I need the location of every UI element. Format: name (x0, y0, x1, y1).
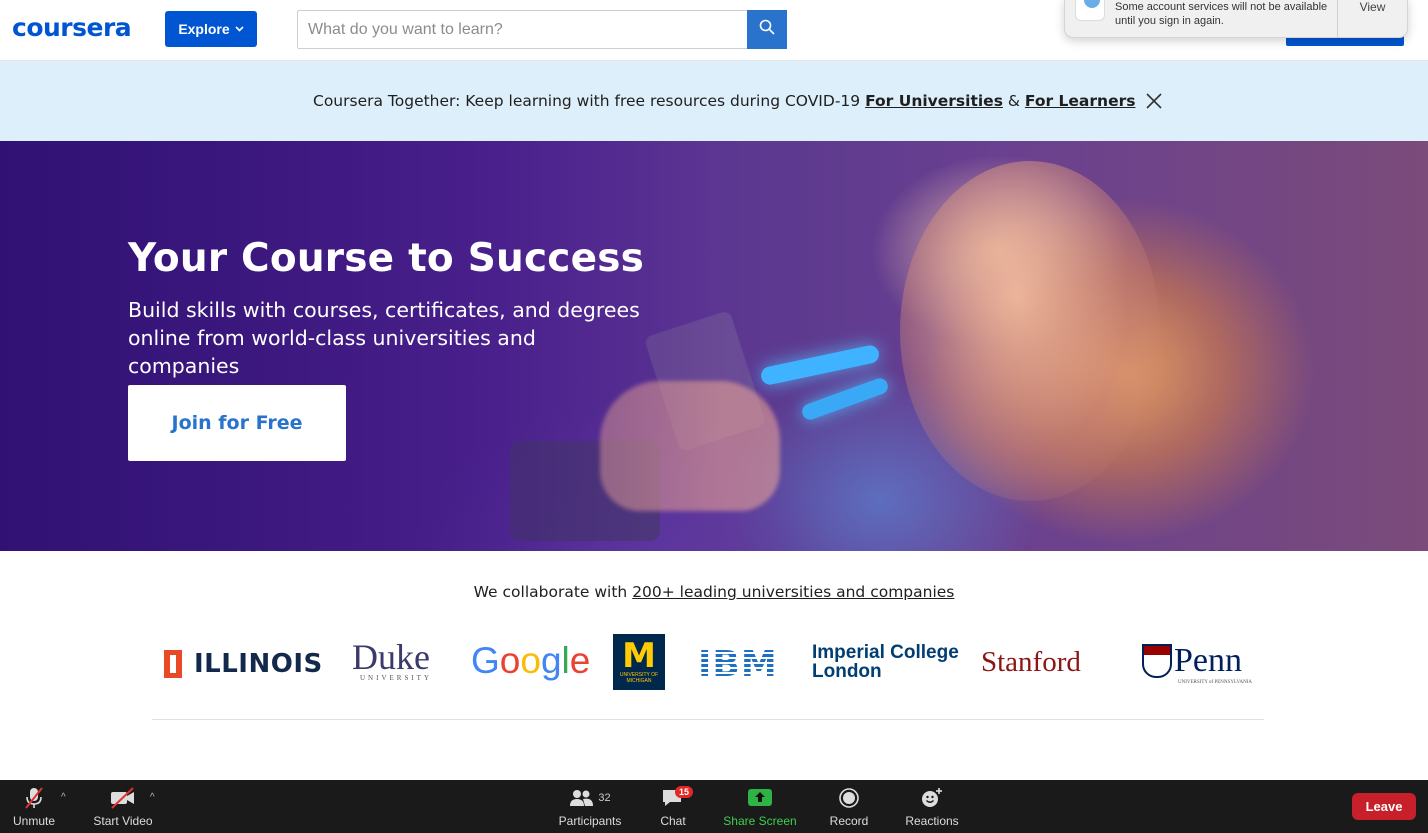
ibm-wordmark: IBM (698, 644, 778, 685)
illinois-wordmark: ILLINOIS (194, 649, 323, 679)
notification-text: Some account services will not be availa… (1115, 1, 1328, 27)
close-icon[interactable] (1144, 91, 1164, 111)
audio-options-caret-icon[interactable]: ^ (61, 792, 66, 803)
imperial-line2: London (812, 661, 882, 682)
share-screen-icon (747, 785, 773, 811)
for-learners-link[interactable]: For Learners (1025, 92, 1136, 110)
unmute-button[interactable]: Unmute (8, 780, 60, 833)
hero-image-person (900, 161, 1160, 501)
partners-link[interactable]: 200+ leading universities and companies (632, 583, 954, 601)
hero-image-robot-claw (759, 343, 881, 387)
participants-icon (570, 790, 594, 806)
icloud-icon (1075, 0, 1105, 21)
penn-logo[interactable]: Penn UNIVERSITY of PENNSYLVANIA (1142, 642, 1252, 685)
banner-text: Coursera Together: Keep learning with fr… (313, 92, 861, 110)
imperial-logo[interactable]: Imperial College London (812, 643, 959, 681)
search-input[interactable] (298, 11, 747, 48)
chat-label: Chat (660, 814, 686, 828)
share-screen-label: Share Screen (723, 814, 797, 828)
chat-button[interactable]: 15 Chat (650, 780, 696, 833)
chat-badge: 15 (675, 786, 694, 798)
penn-wordmark: Penn (1174, 642, 1242, 679)
penn-shield-icon (1142, 644, 1172, 678)
stanford-wordmark: Stanford (981, 646, 1081, 678)
join-for-free-button[interactable]: Join for Free (128, 385, 346, 461)
for-universities-link[interactable]: For Universities (865, 92, 1003, 110)
duke-wordmark: Duke (352, 637, 430, 677)
start-video-label: Start Video (93, 814, 153, 828)
record-label: Record (829, 814, 869, 828)
hero-image-robot-claw-lower (799, 376, 891, 422)
video-off-icon (109, 785, 137, 811)
section-divider (152, 719, 1264, 720)
hero-section: Your Course to Success Build skills with… (0, 141, 1428, 551)
imperial-line1: Imperial College (812, 642, 959, 663)
reactions-icon (920, 785, 944, 811)
google-letter: l (561, 640, 570, 681)
covid-banner: Coursera Together: Keep learning with fr… (0, 61, 1428, 141)
participant-count: 32 (598, 792, 611, 804)
duke-logo[interactable]: Duke UNIVERSITY (352, 637, 432, 682)
video-options-caret-icon[interactable]: ^ (150, 792, 155, 803)
partner-logos: ILLINOIS Duke UNIVERSITY Google M UNIVER… (0, 632, 1428, 692)
illinois-logo[interactable]: ILLINOIS (164, 649, 323, 679)
reactions-button[interactable]: Reactions (900, 780, 964, 833)
notification-view-button[interactable]: View (1337, 0, 1407, 37)
leave-meeting-button[interactable]: Leave (1352, 793, 1416, 820)
hero-title: Your Course to Success (128, 236, 645, 281)
participants-button[interactable]: 32 Participants (553, 780, 627, 833)
participants-icon-group: 32 (569, 785, 611, 811)
participants-label: Participants (558, 814, 622, 828)
google-letter: G (471, 640, 500, 681)
collaborate-prefix: We collaborate with (473, 583, 628, 601)
record-icon (838, 785, 860, 811)
michigan-logo[interactable]: M UNIVERSITY OF MICHIGAN (613, 634, 665, 690)
ibm-logo[interactable]: IBM (698, 644, 778, 685)
hero-subtitle: Build skills with courses, certificates,… (128, 298, 640, 378)
chat-icon: 15 (661, 785, 694, 811)
coursera-logo[interactable]: coursera (12, 13, 132, 42)
banner-text-row: Coursera Together: Keep learning with fr… (313, 92, 1135, 110)
michigan-block-m: M (622, 636, 656, 676)
duke-subtitle: UNIVERSITY (360, 674, 432, 682)
record-button[interactable]: Record (824, 780, 874, 833)
zoom-toolbar: Unmute ^ Start Video ^ 32 Participants 1… (0, 780, 1428, 833)
banner-ampersand: & (1007, 92, 1020, 110)
illinois-block-i-icon (164, 650, 182, 678)
search-icon (759, 19, 775, 40)
notification-popup: Some account services will not be availa… (1064, 0, 1408, 38)
google-letter: o (499, 640, 521, 681)
google-letter: o (520, 640, 541, 681)
muted-microphone-icon (23, 785, 45, 811)
explore-button[interactable]: Explore (165, 11, 257, 47)
collaborate-text: We collaborate with 200+ leading univers… (0, 583, 1428, 601)
penn-subtitle: UNIVERSITY of PENNSYLVANIA (1178, 680, 1252, 685)
chevron-down-icon (235, 24, 244, 35)
reactions-label: Reactions (905, 814, 959, 828)
unmute-label: Unmute (12, 814, 56, 828)
stanford-logo[interactable]: Stanford (981, 646, 1081, 679)
google-logo[interactable]: Google (471, 640, 590, 682)
google-letter: g (540, 640, 562, 681)
search-button[interactable] (747, 10, 787, 49)
search-bar (297, 10, 787, 49)
michigan-subtitle: UNIVERSITY OF MICHIGAN (619, 672, 659, 684)
share-screen-button[interactable]: Share Screen (718, 780, 802, 833)
explore-label: Explore (178, 21, 230, 37)
start-video-button[interactable]: Start Video (88, 780, 158, 833)
google-letter: e (569, 640, 591, 681)
